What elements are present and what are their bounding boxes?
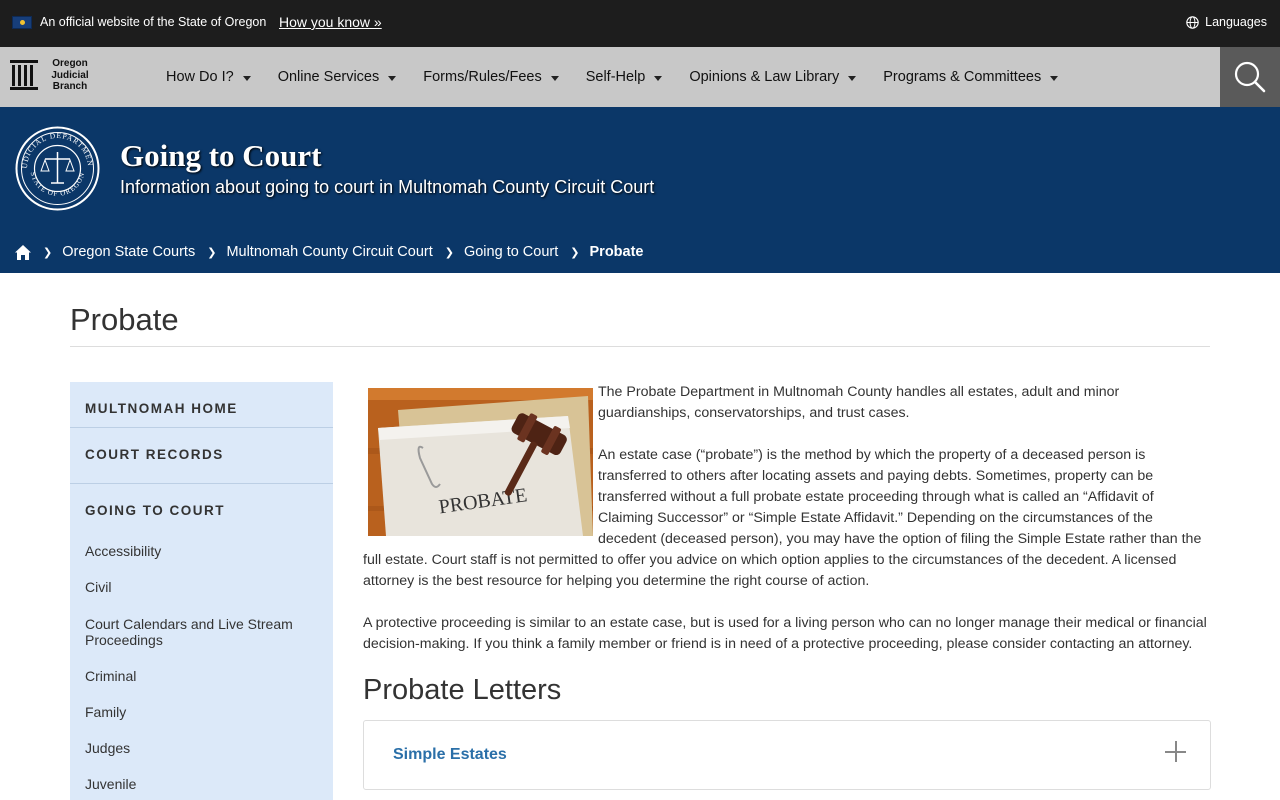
nav-menu: How Do I? Online Services Forms/Rules/Fe…: [166, 47, 1085, 107]
caret-down-icon: [848, 76, 857, 81]
search-icon: [1234, 61, 1266, 93]
nav-opinions-law-library[interactable]: Opinions & Law Library: [689, 69, 857, 85]
breadcrumb-current: Probate: [589, 244, 644, 260]
chevron-right-icon: ❯: [444, 246, 454, 259]
caret-down-icon: [550, 76, 559, 81]
sidebar-divider: [70, 427, 333, 428]
sidebar-multnomah-home[interactable]: MULTNOMAH HOME: [85, 401, 238, 416]
chevron-right-icon: ❯: [207, 246, 217, 259]
breadcrumb-going-to-court[interactable]: Going to Court: [464, 244, 558, 260]
plus-icon: [1165, 741, 1186, 762]
sidebar-item-criminal[interactable]: Criminal: [85, 668, 315, 684]
nav-online-services[interactable]: Online Services: [278, 69, 397, 85]
sidebar-item-civil[interactable]: Civil: [85, 579, 315, 595]
logo-text: Oregon Judicial Branch: [51, 58, 89, 92]
sidebar-divider: [70, 483, 333, 484]
search-button[interactable]: [1220, 47, 1280, 107]
home-icon[interactable]: [15, 244, 31, 260]
breadcrumb-oregon-state-courts[interactable]: Oregon State Courts: [62, 244, 195, 260]
nav-self-help[interactable]: Self-Help: [586, 69, 663, 85]
accordion-simple-estates[interactable]: Simple Estates: [363, 720, 1211, 790]
sidebar-nav: MULTNOMAH HOME COURT RECORDS GOING TO CO…: [70, 382, 333, 800]
sidebar-item-family[interactable]: Family: [85, 704, 315, 720]
hero-banner: JUDICIAL DEPARTMENT STATE OF OREGON Goin…: [0, 107, 1280, 273]
courthouse-columns-icon: [10, 60, 38, 91]
languages-button[interactable]: Languages: [1186, 15, 1267, 29]
caret-down-icon: [1050, 76, 1059, 81]
chevron-right-icon: ❯: [570, 246, 580, 259]
accordion-label: Simple Estates: [393, 746, 507, 763]
image-float-spacer: [363, 445, 598, 543]
chevron-right-icon: ❯: [43, 246, 53, 259]
breadcrumb-multnomah-circuit-court[interactable]: Multnomah County Circuit Court: [226, 244, 432, 260]
languages-label: Languages: [1205, 15, 1267, 29]
protective-paragraph: A protective proceeding is similar to an…: [363, 615, 1207, 652]
breadcrumb: ❯ Oregon State Courts ❯ Multnomah County…: [15, 244, 644, 260]
caret-down-icon: [654, 76, 663, 81]
sidebar-court-records[interactable]: COURT RECORDS: [85, 447, 224, 462]
probate-letters-heading: Probate Letters: [363, 674, 562, 706]
title-divider: [70, 346, 1210, 347]
official-banner: An official website of the State of Oreg…: [0, 0, 1280, 47]
nav-forms-rules-fees[interactable]: Forms/Rules/Fees: [423, 69, 559, 85]
page-title: Probate: [70, 302, 179, 337]
nav-programs-committees[interactable]: Programs & Committees: [883, 69, 1059, 85]
hero-subtitle: Information about going to court in Mult…: [120, 177, 655, 197]
judicial-department-seal-icon: JUDICIAL DEPARTMENT STATE OF OREGON: [15, 126, 100, 211]
globe-icon: [1186, 15, 1199, 29]
caret-down-icon: [242, 76, 251, 81]
estate-paragraph: An estate case (“probate”) is the method…: [363, 445, 1202, 589]
how-you-know-link[interactable]: How you know »: [279, 14, 382, 30]
intro-paragraph: The Probate Department in Multnomah Coun…: [598, 384, 1120, 421]
hero-title: Going to Court: [120, 138, 322, 173]
sidebar-item-judges[interactable]: Judges: [85, 740, 315, 756]
sidebar-item-juvenile[interactable]: Juvenile: [85, 776, 315, 792]
official-site-text: An official website of the State of Oreg…: [40, 15, 267, 29]
sidebar-going-to-court[interactable]: GOING TO COURT: [85, 503, 225, 518]
caret-down-icon: [388, 76, 397, 81]
nav-how-do-i[interactable]: How Do I?: [166, 69, 251, 85]
sidebar-item-accessibility[interactable]: Accessibility: [85, 543, 315, 559]
main-nav: Oregon Judicial Branch How Do I? Online …: [0, 47, 1280, 107]
ojb-logo[interactable]: Oregon Judicial Branch: [9, 58, 95, 93]
oregon-flag-icon: [12, 16, 32, 29]
sidebar-item-court-calendars[interactable]: Court Calendars and Live Stream Proceedi…: [85, 616, 315, 648]
